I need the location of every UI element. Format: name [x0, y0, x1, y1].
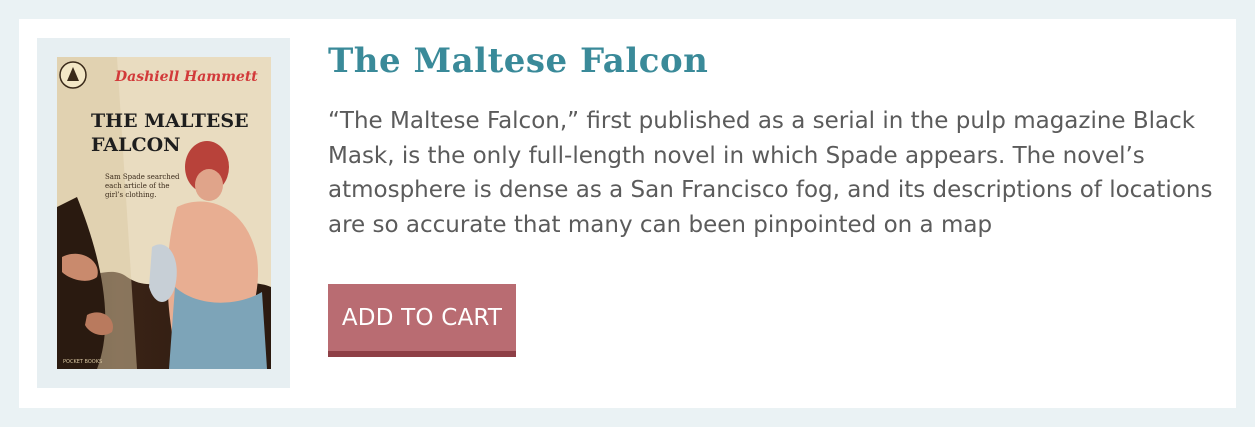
product-description: “The Maltese Falcon,” first published as… [328, 108, 1213, 238]
cover-blurb-line2: each article of the [105, 182, 170, 190]
cover-title-line2: FALCON [91, 134, 181, 156]
cover-title-line1: THE MALTESE [91, 110, 249, 132]
product-card: Dashiell Hammett THE MALTESE FALCON Sam … [19, 19, 1236, 408]
cover-publisher-mark: POCKET BOOKS [63, 359, 102, 365]
cover-blurb-line1: Sam Spade searched [105, 173, 180, 181]
cover-author: Dashiell Hammett [114, 69, 258, 85]
product-title: The Maltese Falcon [328, 41, 709, 81]
add-to-cart-button[interactable]: ADD TO CART [328, 284, 516, 357]
book-cover-art: Dashiell Hammett THE MALTESE FALCON Sam … [57, 57, 271, 369]
cover-blurb-line3: girl’s clothing. [105, 191, 157, 199]
book-cover-image[interactable]: Dashiell Hammett THE MALTESE FALCON Sam … [57, 57, 271, 369]
cover-frame: Dashiell Hammett THE MALTESE FALCON Sam … [37, 38, 290, 388]
